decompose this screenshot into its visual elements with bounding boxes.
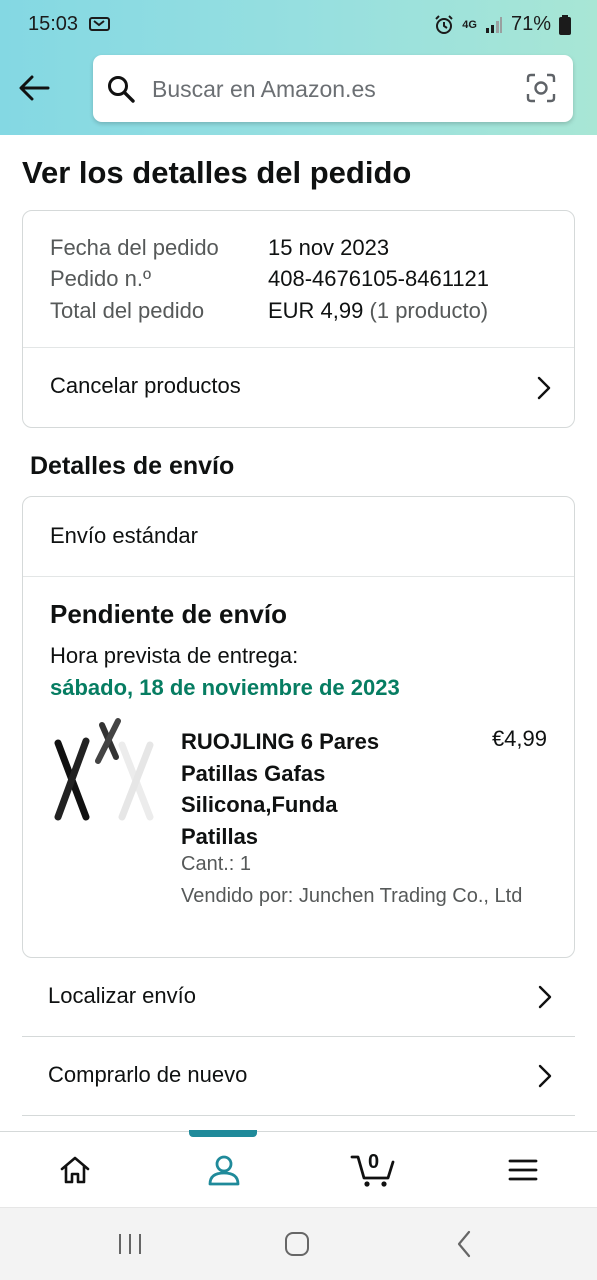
notification-icon	[89, 17, 110, 31]
arrow-left-icon	[19, 75, 50, 101]
cart-count: 0	[368, 1151, 380, 1173]
buy-again-label: Comprarlo de nuevo	[48, 1062, 248, 1087]
alarm-icon	[435, 14, 453, 34]
nav-account[interactable]	[149, 1132, 298, 1208]
top-header: 15:03 4G 71% Buscar en Amazon.es	[0, 0, 597, 135]
page-title: Ver los detalles del pedido	[22, 155, 412, 190]
status-time: 15:03	[28, 13, 79, 35]
cancel-products-label: Cancelar productos	[50, 373, 241, 398]
chevron-right-icon	[537, 376, 551, 400]
camera-scan-icon[interactable]	[526, 73, 556, 103]
order-total-value: EUR 4,99 (1 producto)	[268, 298, 488, 324]
order-date-label: Fecha del pedido	[50, 235, 219, 260]
product-seller: Vendido por: Junchen Trading Co., Ltd	[181, 885, 523, 907]
nav-cart[interactable]: 0	[298, 1132, 447, 1208]
track-shipment-label: Localizar envío	[48, 983, 196, 1008]
order-total-label: Total del pedido	[50, 298, 205, 323]
bottom-navigation: 0	[0, 1130, 597, 1208]
nav-home[interactable]	[0, 1132, 149, 1208]
order-number-label: Pedido n.º	[50, 266, 151, 291]
home-circle-icon	[285, 1232, 309, 1256]
cancel-products-link[interactable]: Cancelar productos	[23, 348, 574, 428]
eta-label: Hora prevista de entrega:	[50, 643, 299, 668]
battery-icon	[559, 14, 571, 35]
signal-icon	[485, 16, 502, 33]
track-shipment-row[interactable]: Localizar envío	[22, 958, 575, 1037]
menu-icon	[508, 1159, 537, 1181]
order-summary-card: Fecha del pedido 15 nov 2023 Pedido n.º …	[22, 210, 575, 428]
divider	[23, 576, 574, 577]
nav-menu[interactable]	[448, 1132, 597, 1208]
shipping-section-title: Detalles de envío	[30, 452, 235, 480]
home-system-button[interactable]	[277, 1228, 317, 1260]
shipment-status: Pendiente de envío	[50, 599, 287, 629]
eta-date: sábado, 18 de noviembre de 2023	[50, 675, 400, 700]
account-icon	[208, 1155, 239, 1186]
battery-level: 71%	[510, 13, 551, 35]
chevron-right-icon	[538, 1064, 552, 1088]
shipping-method: Envío estándar	[50, 523, 198, 548]
network-type-icon: 4G	[462, 18, 477, 31]
order-number-value: 408-4676105-8461121	[268, 266, 490, 291]
chevron-right-icon	[538, 985, 552, 1009]
recent-apps-button[interactable]	[110, 1228, 150, 1260]
shipment-card: Envío estándar Pendiente de envío Hora p…	[22, 496, 575, 958]
search-icon	[108, 76, 135, 103]
status-right: 4G 71%	[434, 13, 571, 36]
product-image[interactable]	[50, 717, 160, 827]
back-button[interactable]	[14, 68, 54, 108]
order-date-value: 15 nov 2023	[268, 235, 390, 260]
home-icon	[60, 1156, 89, 1184]
system-navigation	[0, 1207, 597, 1280]
product-price: €4,99	[491, 726, 547, 751]
product-quantity: Cant.: 1	[181, 853, 252, 875]
recent-apps-icon	[119, 1234, 141, 1254]
product-title[interactable]: RUOJLING 6 Pares Patillas Gafas Silicona…	[181, 726, 411, 852]
back-chevron-icon	[457, 1230, 471, 1258]
search-bar[interactable]: Buscar en Amazon.es	[93, 55, 573, 122]
search-input[interactable]: Buscar en Amazon.es	[152, 76, 376, 103]
back-system-button[interactable]	[444, 1228, 484, 1260]
order-total-count: (1 producto)	[369, 298, 489, 323]
buy-again-row[interactable]: Comprarlo de nuevo	[22, 1037, 575, 1116]
status-bar: 15:03 4G 71%	[0, 0, 597, 50]
order-total-amount: EUR 4,99	[268, 298, 364, 323]
